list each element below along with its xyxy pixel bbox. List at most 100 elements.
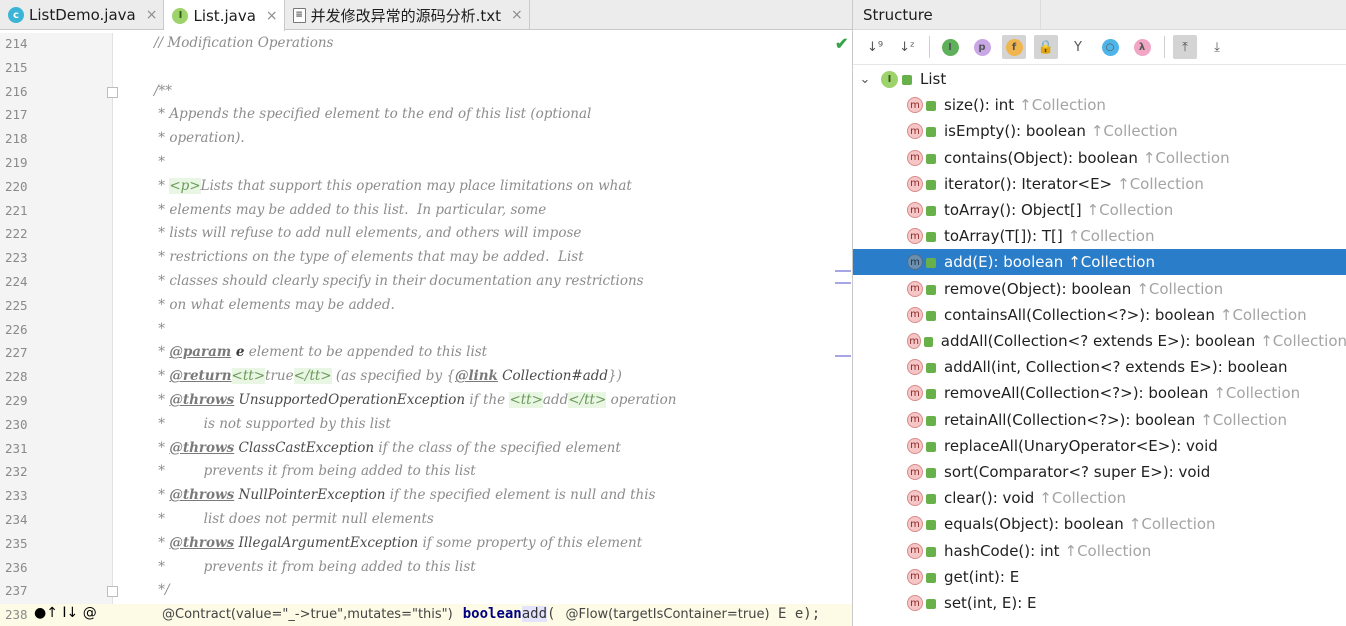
- code-text[interactable]: * @return<tt>true</tt> (as specified by …: [154, 368, 622, 385]
- gutter-override-icons[interactable]: ●↑ I↓ @: [34, 605, 97, 621]
- close-icon[interactable]: ×: [511, 7, 523, 23]
- autoscroll-from-source-icon[interactable]: ⤓: [1205, 35, 1229, 59]
- method-signature[interactable]: @Contract(value="_->true",mutates="this"…: [162, 606, 820, 623]
- code-line[interactable]: 235 * @throws IllegalArgumentException i…: [0, 533, 852, 557]
- code-line[interactable]: 237 */: [0, 580, 852, 604]
- scroll-marker[interactable]: [835, 282, 851, 284]
- show-inherited-icon[interactable]: I: [938, 35, 962, 59]
- show-fields-icon[interactable]: f: [1002, 35, 1026, 59]
- code-text[interactable]: * Appends the specified element to the e…: [154, 106, 591, 122]
- code-line[interactable]: 226 *: [0, 319, 852, 343]
- tree-item-method[interactable]: m contains(Object): boolean ↑Collection: [853, 145, 1346, 171]
- code-line[interactable]: 221 * elements may be added to this list…: [0, 200, 852, 224]
- line-number: 222: [5, 226, 28, 242]
- code-line[interactable]: 220 * <p>Lists that support this operati…: [0, 176, 852, 200]
- code-line[interactable]: 225 * on what elements may be added.: [0, 295, 852, 319]
- code-text[interactable]: * prevents it from being added to this l…: [154, 463, 475, 479]
- close-icon[interactable]: ×: [146, 7, 158, 23]
- code-line[interactable]: 230 * is not supported by this list: [0, 414, 852, 438]
- tree-item-method[interactable]: m isEmpty(): boolean ↑Collection: [853, 118, 1346, 144]
- tree-item-method[interactable]: m remove(Object): boolean ↑Collection: [853, 276, 1346, 302]
- tree-item-method[interactable]: m toArray(): Object[] ↑Collection: [853, 197, 1346, 223]
- code-text[interactable]: /**: [154, 83, 172, 99]
- code-text[interactable]: * is not supported by this list: [154, 416, 391, 432]
- inspection-ok-icon[interactable]: ✔: [835, 34, 848, 54]
- code-text[interactable]: * elements may be added to this list. In…: [154, 202, 546, 218]
- code-text[interactable]: * @throws ClassCastException if the clas…: [154, 440, 621, 456]
- code-text[interactable]: * list does not permit null elements: [154, 511, 434, 527]
- code-text[interactable]: * @param e element to be appended to thi…: [154, 344, 487, 360]
- tree-item-method[interactable]: m add(E): boolean ↑Collection: [853, 249, 1346, 276]
- code-line[interactable]: 214 // Modification Operations: [0, 33, 852, 57]
- show-properties-icon[interactable]: p: [970, 35, 994, 59]
- tab-2[interactable]: ≡ 并发修改异常的源码分析.txt ×: [285, 0, 530, 30]
- code-text[interactable]: * @throws UnsupportedOperationException …: [154, 392, 676, 408]
- code-text[interactable]: * lists will refuse to add null elements…: [154, 225, 581, 241]
- code-text[interactable]: * on what elements may be added.: [154, 297, 395, 313]
- fold-toggle-icon[interactable]: [107, 86, 118, 98]
- tree-item-method[interactable]: m toArray(T[]): T[] ↑Collection: [853, 223, 1346, 249]
- tree-item-method[interactable]: m get(int): E: [853, 564, 1346, 590]
- tree-item-method[interactable]: m iterator(): Iterator<E> ↑Collection: [853, 171, 1346, 197]
- editor-pane[interactable]: c ListDemo.java × I List.java × ≡ 并发修改异常的源码分析.t…: [0, 0, 852, 626]
- tree-item-method[interactable]: m replaceAll(UnaryOperator<E>): void: [853, 433, 1346, 459]
- code-text[interactable]: * operation).: [154, 130, 244, 146]
- code-line[interactable]: 234 * list does not permit null elements: [0, 509, 852, 533]
- tree-item-method[interactable]: m equals(Object): boolean ↑Collection: [853, 511, 1346, 537]
- code-line[interactable]: 231 * @throws ClassCastException if the …: [0, 438, 852, 462]
- code-line[interactable]: 229 * @throws UnsupportedOperationExcept…: [0, 390, 852, 414]
- code-text[interactable]: // Modification Operations: [154, 35, 333, 51]
- tree-item-method[interactable]: m retainAll(Collection<?>): boolean ↑Colle…: [853, 407, 1346, 433]
- close-icon[interactable]: ×: [266, 8, 278, 24]
- code-text[interactable]: * <p>Lists that support this operation m…: [154, 177, 632, 194]
- code-line[interactable]: 228 * @return<tt>true</tt> (as specified…: [0, 366, 852, 390]
- code-text[interactable]: * @throws IllegalArgumentException if so…: [154, 535, 642, 551]
- code-text[interactable]: * classes should clearly specify in thei…: [154, 273, 643, 289]
- tree-item-method[interactable]: m hashCode(): int ↑Collection: [853, 538, 1346, 564]
- tab-1[interactable]: I List.java ×: [164, 0, 285, 31]
- scroll-marker[interactable]: [835, 270, 851, 272]
- tree-item-method[interactable]: m set(int, E): E: [853, 590, 1346, 616]
- code-line[interactable]: 232 * prevents it from being added to th…: [0, 461, 852, 485]
- code-text[interactable]: * prevents it from being added to this l…: [154, 559, 475, 575]
- public-icon: [926, 284, 936, 295]
- code-line[interactable]: 223 * restrictions on the type of elemen…: [0, 247, 852, 271]
- tree-item-method[interactable]: m addAll(Collection<? extends E>): boolea…: [853, 328, 1346, 354]
- code-text[interactable]: *: [154, 321, 165, 337]
- code-text[interactable]: */: [154, 582, 169, 598]
- code-text[interactable]: * restrictions on the type of elements t…: [154, 249, 583, 265]
- fold-toggle-icon[interactable]: [107, 586, 118, 598]
- sort-by-visibility-icon[interactable]: ↓⁹: [863, 35, 887, 59]
- show-lambda-icon[interactable]: λ: [1130, 35, 1154, 59]
- comment-text: Lists that support this operation may pl…: [200, 177, 632, 194]
- tree-item-method[interactable]: m clear(): void ↑Collection: [853, 485, 1346, 511]
- tree-item-method[interactable]: m removeAll(Collection<?>): boolean ↑Colle…: [853, 380, 1346, 406]
- tab-0[interactable]: c ListDemo.java ×: [0, 0, 165, 30]
- code-line[interactable]: 233 * @throws NullPointerException if th…: [0, 485, 852, 509]
- flow-annotation: @Flow(targetIsContainer=true): [565, 607, 770, 623]
- tree-item-method[interactable]: m addAll(int, Collection<? extends E>): b…: [853, 354, 1346, 380]
- code-text[interactable]: *: [154, 154, 165, 170]
- code-text[interactable]: * @throws NullPointerException if the sp…: [154, 487, 655, 503]
- code-line[interactable]: 227 * @param e element to be appended to…: [0, 342, 852, 366]
- tree-item-method[interactable]: m containsAll(Collection<?>): boolean ↑Col…: [853, 302, 1346, 328]
- scroll-marker[interactable]: [835, 355, 851, 357]
- tree-item-method[interactable]: m size(): int ↑Collection: [853, 92, 1346, 118]
- code-line-signature[interactable]: 238 ●↑ I↓ @ @Contract(value="_->true",muta…: [0, 604, 852, 626]
- tree-item-method[interactable]: m sort(Comparator<? super E>): void: [853, 459, 1346, 485]
- code-line[interactable]: 236 * prevents it from being added to th…: [0, 557, 852, 581]
- show-non-public-icon[interactable]: 🔒: [1034, 35, 1058, 59]
- show-lambdas-icon[interactable]: ○: [1098, 35, 1122, 59]
- code-line[interactable]: 219 *: [0, 152, 852, 176]
- code-line[interactable]: 215: [0, 57, 852, 81]
- code-line[interactable]: 217 * Appends the specified element to t…: [0, 104, 852, 128]
- sort-alphabetically-icon[interactable]: ↓ᶻ: [895, 35, 919, 59]
- code-line[interactable]: 224 * classes should clearly specify in …: [0, 271, 852, 295]
- code-line[interactable]: 216 /**: [0, 81, 852, 105]
- tree-root-list[interactable]: ⌄ I List: [853, 66, 1346, 92]
- autoscroll-to-source-icon[interactable]: ⤒: [1173, 35, 1197, 59]
- code-line[interactable]: 218 * operation).: [0, 128, 852, 152]
- show-anonymous-icon[interactable]: Y: [1066, 35, 1090, 59]
- chevron-down-icon[interactable]: ⌄: [855, 72, 875, 87]
- code-line[interactable]: 222 * lists will refuse to add null elem…: [0, 223, 852, 247]
